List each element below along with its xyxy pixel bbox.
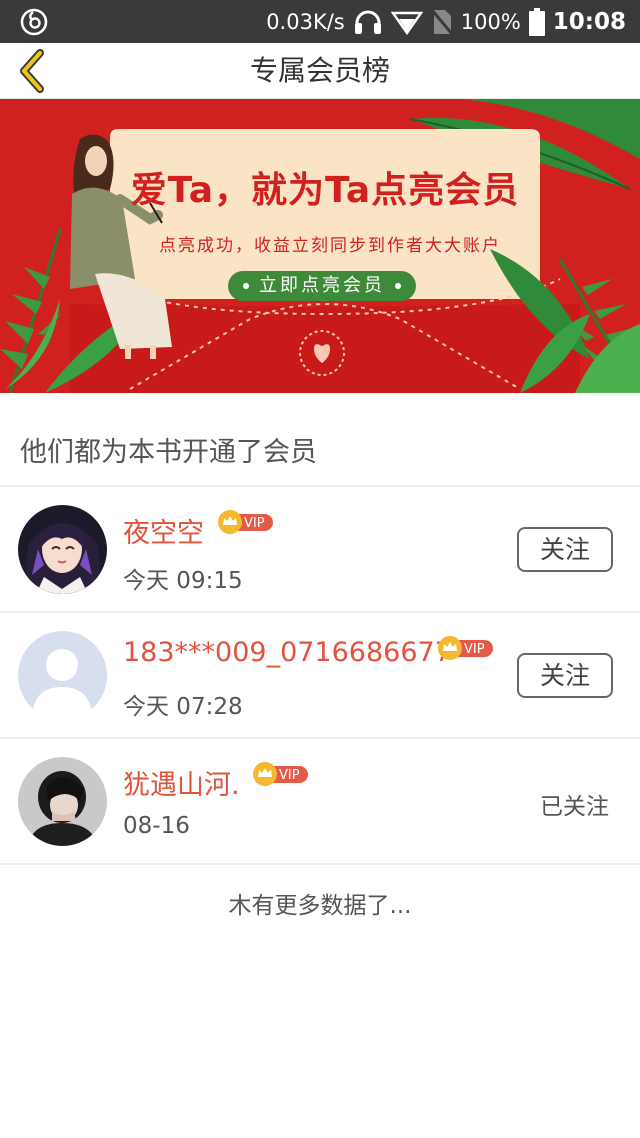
light-up-member-button[interactable]: 立即点亮会员 — [228, 271, 416, 301]
member-name[interactable]: 犹遇山河. — [123, 763, 240, 802]
avatar[interactable] — [18, 505, 107, 594]
banner-subline: 点亮成功，收益立刻同步到作者大大账户 — [159, 236, 501, 256]
battery-percent: 100% — [460, 9, 521, 34]
follow-button[interactable]: 关注 — [517, 653, 613, 698]
dot-icon — [395, 283, 401, 289]
member-row[interactable]: 183***009_0716686677 VIP 今天 07:28 关注 — [0, 613, 640, 737]
header: 专属会员榜 — [0, 43, 640, 99]
no-more-data-text: 木有更多数据了... — [228, 893, 412, 919]
followed-button[interactable]: 已关注 — [540, 787, 609, 821]
member-row[interactable]: 夜空空 VIP 今天 09:15 关注 — [0, 487, 640, 611]
vip-badge-icon: VIP — [253, 762, 308, 786]
network-speed: 0.03K/s — [266, 9, 345, 34]
battery-icon — [528, 7, 545, 36]
wifi-icon — [390, 11, 423, 35]
no-sim-icon — [430, 8, 453, 35]
promo-banner[interactable]: 爱Ta，就为Ta点亮会员 点亮成功，收益立刻同步到作者大大账户 立即点亮会员 — [0, 99, 640, 393]
member-name[interactable]: 夜空空 — [123, 511, 204, 550]
status-bar: 0.03K/s 100% 10:08 — [0, 0, 640, 43]
section-title: 他们都为本书开通了会员 — [20, 437, 317, 468]
headphones-icon — [354, 10, 381, 34]
member-time: 08-16 — [123, 813, 190, 839]
avatar[interactable] — [18, 757, 107, 846]
member-time: 今天 07:28 — [123, 694, 243, 720]
vip-label: VIP — [279, 768, 300, 783]
member-time: 今天 09:15 — [123, 568, 243, 594]
avatar[interactable] — [18, 631, 107, 720]
vip-badge-icon: VIP — [438, 636, 493, 660]
vip-label: VIP — [464, 642, 485, 657]
clock: 10:08 — [552, 8, 626, 35]
follow-button[interactable]: 关注 — [517, 527, 613, 572]
page-title: 专属会员榜 — [249, 54, 390, 87]
divider — [0, 863, 640, 865]
vip-badge-icon: VIP — [218, 510, 273, 534]
vip-label: VIP — [244, 516, 265, 531]
banner-button-label: 立即点亮会员 — [259, 275, 385, 296]
dot-icon — [243, 283, 249, 289]
netease-cloud-icon — [20, 8, 48, 36]
member-row[interactable]: 犹遇山河. VIP 08-16 已关注 — [0, 739, 640, 863]
member-name[interactable]: 183***009_0716686677 — [123, 637, 452, 668]
banner-headline: 爱Ta，就为Ta点亮会员 — [130, 170, 520, 211]
